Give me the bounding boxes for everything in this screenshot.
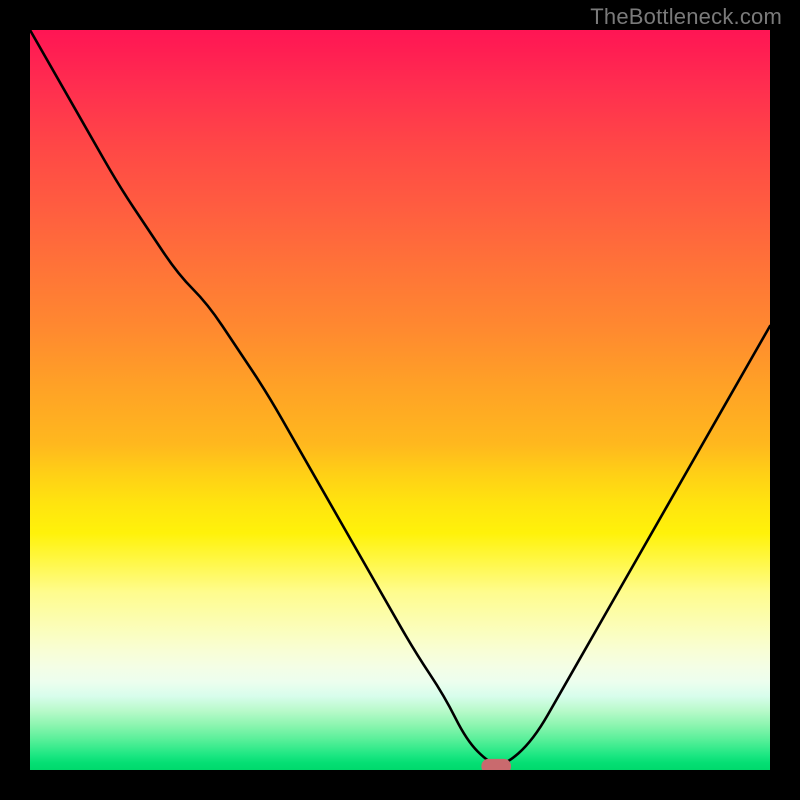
plot-area <box>30 30 770 770</box>
curve-path <box>30 30 770 765</box>
chart-frame: TheBottleneck.com <box>0 0 800 800</box>
bottleneck-marker <box>481 759 511 770</box>
bottleneck-curve <box>30 30 770 770</box>
watermark-label: TheBottleneck.com <box>590 4 782 30</box>
